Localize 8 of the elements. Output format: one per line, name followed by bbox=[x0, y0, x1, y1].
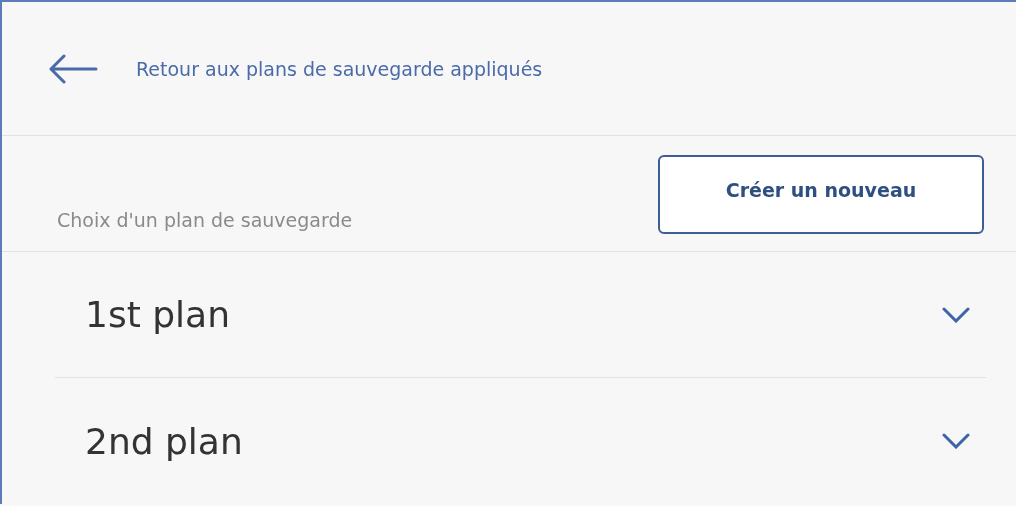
section-label: Choix d'un plan de sauvegarde bbox=[57, 209, 353, 233]
back-link[interactable]: Retour aux plans de sauvegarde appliqués bbox=[136, 57, 543, 80]
plan-title[interactable]: 1st plan bbox=[85, 294, 230, 335]
back-arrow-icon[interactable] bbox=[48, 53, 98, 84]
plan-title[interactable]: 2nd plan bbox=[85, 420, 243, 462]
create-new-button[interactable]: Créer un nouveau bbox=[658, 155, 984, 234]
chevron-down-icon[interactable] bbox=[942, 306, 970, 323]
chevron-down-icon[interactable] bbox=[942, 433, 970, 449]
